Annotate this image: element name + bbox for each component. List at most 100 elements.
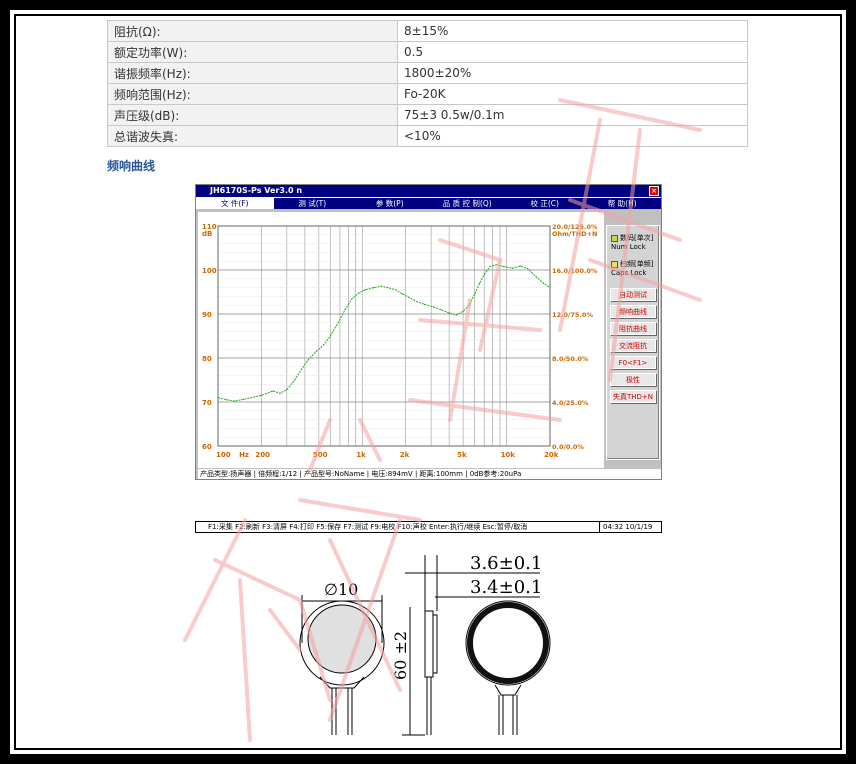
data-point <box>279 392 281 394</box>
status-line: 产品类型:扬声器 | 倍频程:1/12 | 产品型号:NoName | 电压:8… <box>198 469 661 479</box>
x-tick-label: 100 <box>216 451 231 459</box>
side-button[interactable]: 频响曲线 <box>610 305 656 318</box>
indicator-label: 数码[单次] <box>620 234 654 242</box>
data-point <box>380 285 382 287</box>
speaker-side-view <box>424 610 434 678</box>
close-icon[interactable]: × <box>649 186 659 196</box>
indicator-label: 扫频[单频] <box>620 260 654 268</box>
frequency-response-chart: 11010090807060dB20.0/125.0%16.0/100.0%12… <box>202 223 598 459</box>
side-button[interactable]: 交流阻抗 <box>610 339 656 352</box>
indicator-key: Caps Lock <box>611 269 647 277</box>
spec-key: 阻抗(Ω): <box>107 20 398 42</box>
spec-key: 额定功率(W): <box>107 41 398 63</box>
data-point <box>323 344 325 346</box>
data-point <box>535 276 537 278</box>
data-point <box>358 292 360 294</box>
y-tick-label: 60 <box>202 443 212 451</box>
function-keys: F1:采集 F2:刷新 F3:清屏 F4:打印 F5:保存 F7:测试 F9:电… <box>208 523 528 531</box>
spec-value: Fo-20K <box>397 83 748 105</box>
spec-key: 谐振频率(Hz): <box>107 62 398 84</box>
data-point <box>337 322 339 324</box>
spec-row: 总谐波失真: <10% <box>107 125 748 147</box>
y-tick-label: 80 <box>202 355 212 363</box>
menu-item[interactable]: 帮 助(H) <box>584 198 662 209</box>
x-tick-label: 500 <box>313 451 328 459</box>
dim-width-inner: 3.4±0.1 <box>470 577 542 598</box>
spec-value: 75±3 0.5w/0.1m <box>397 104 748 126</box>
spec-value: 0.5 <box>397 41 748 63</box>
clock: 04:32 10/1/19 <box>599 522 661 532</box>
data-point <box>272 390 274 392</box>
data-point <box>448 312 450 314</box>
data-point <box>301 368 303 370</box>
x-tick-label: 2k <box>400 451 410 459</box>
analyzer-window: JH6170S-Ps Ver3.0 n × 文 件(F) 测 试(T) 参 数(P)… <box>195 184 662 480</box>
y-tick-label: 70 <box>202 399 212 407</box>
speaker-back-outline <box>465 600 551 686</box>
menu-item[interactable]: 文 件(F) <box>196 198 274 209</box>
dim-height: 60 ±2 <box>391 631 410 680</box>
data-point <box>344 309 346 311</box>
right-axis-label: Ohm/THD+N <box>552 230 597 238</box>
data-point <box>387 287 389 289</box>
dim-diameter: ∅10 <box>324 580 358 599</box>
y-tick-label: 90 <box>202 311 212 319</box>
data-point <box>364 289 366 291</box>
side-button[interactable]: 自动测试 <box>610 288 656 301</box>
spec-row: 额定功率(W): 0.5 <box>107 41 748 63</box>
data-point <box>286 389 288 391</box>
x-tick-label: 200 <box>255 451 270 459</box>
spec-value: <10% <box>397 125 748 147</box>
data-point <box>226 399 228 401</box>
spec-key: 声压级(dB): <box>107 104 398 126</box>
spec-row: 阻抗(Ω): 8±15% <box>107 20 748 42</box>
menu-item[interactable]: 品 质 控 制(Q) <box>429 198 507 209</box>
data-point <box>416 301 418 303</box>
data-point <box>549 287 551 289</box>
data-point <box>294 379 296 381</box>
right-tick-label: 8.0/50.0% <box>552 355 589 363</box>
data-point <box>329 335 331 337</box>
indicator-light-icon <box>611 260 618 268</box>
x-tick-label: 20k <box>544 451 559 459</box>
data-point <box>423 303 426 305</box>
data-point <box>519 265 522 267</box>
right-tick-label: 4.0/25.0% <box>552 399 589 407</box>
spec-value: 8±15% <box>397 20 748 42</box>
side-button[interactable]: F0<F1> <box>610 356 656 369</box>
window-title-bar: JH6170S-Ps Ver3.0 n × <box>196 185 661 197</box>
spec-table: 阻抗(Ω): 8±15% 额定功率(W): 0.5 谐振频率(Hz): 1800±20% 频… <box>107 20 748 147</box>
indicator-key: Num Lock <box>611 243 646 251</box>
x-tick-label: 5k <box>457 451 467 459</box>
data-point <box>351 298 353 300</box>
x-unit-label: Hz <box>239 451 249 459</box>
data-point <box>478 282 481 284</box>
x-tick-label: 10k <box>501 451 516 459</box>
data-point <box>483 273 485 275</box>
data-point <box>495 264 497 266</box>
side-button[interactable]: 阻抗曲线 <box>610 322 656 335</box>
y-tick-label: 100 <box>202 267 217 275</box>
data-point <box>473 293 476 295</box>
data-point <box>250 397 252 399</box>
data-point <box>502 265 504 268</box>
window-title: JH6170S-Ps Ver3.0 n <box>210 186 303 195</box>
function-key-bar: F1:采集 F2:刷新 F3:清屏 F4:打印 F5:保存 F7:测试 F9:电… <box>195 521 662 533</box>
indicator-light-icon <box>611 234 618 242</box>
data-point <box>233 400 236 402</box>
spec-key: 频响范围(Hz): <box>107 83 398 105</box>
menu-item[interactable]: 校 正(C) <box>506 198 584 209</box>
data-point <box>217 397 219 399</box>
menu-item[interactable]: 测 试(T) <box>274 198 352 209</box>
side-button[interactable]: 极性 <box>610 373 656 386</box>
data-point <box>315 350 317 352</box>
data-point <box>489 265 491 268</box>
menu-item[interactable]: 参 数(P) <box>351 198 429 209</box>
spec-value: 1800±20% <box>397 62 748 84</box>
data-point <box>242 398 245 400</box>
data-point <box>527 268 529 270</box>
data-point <box>260 394 263 396</box>
side-button[interactable]: 失真THD+N <box>610 390 656 403</box>
data-point <box>401 293 404 295</box>
dim-width-outer: 3.6±0.1 <box>470 553 542 574</box>
